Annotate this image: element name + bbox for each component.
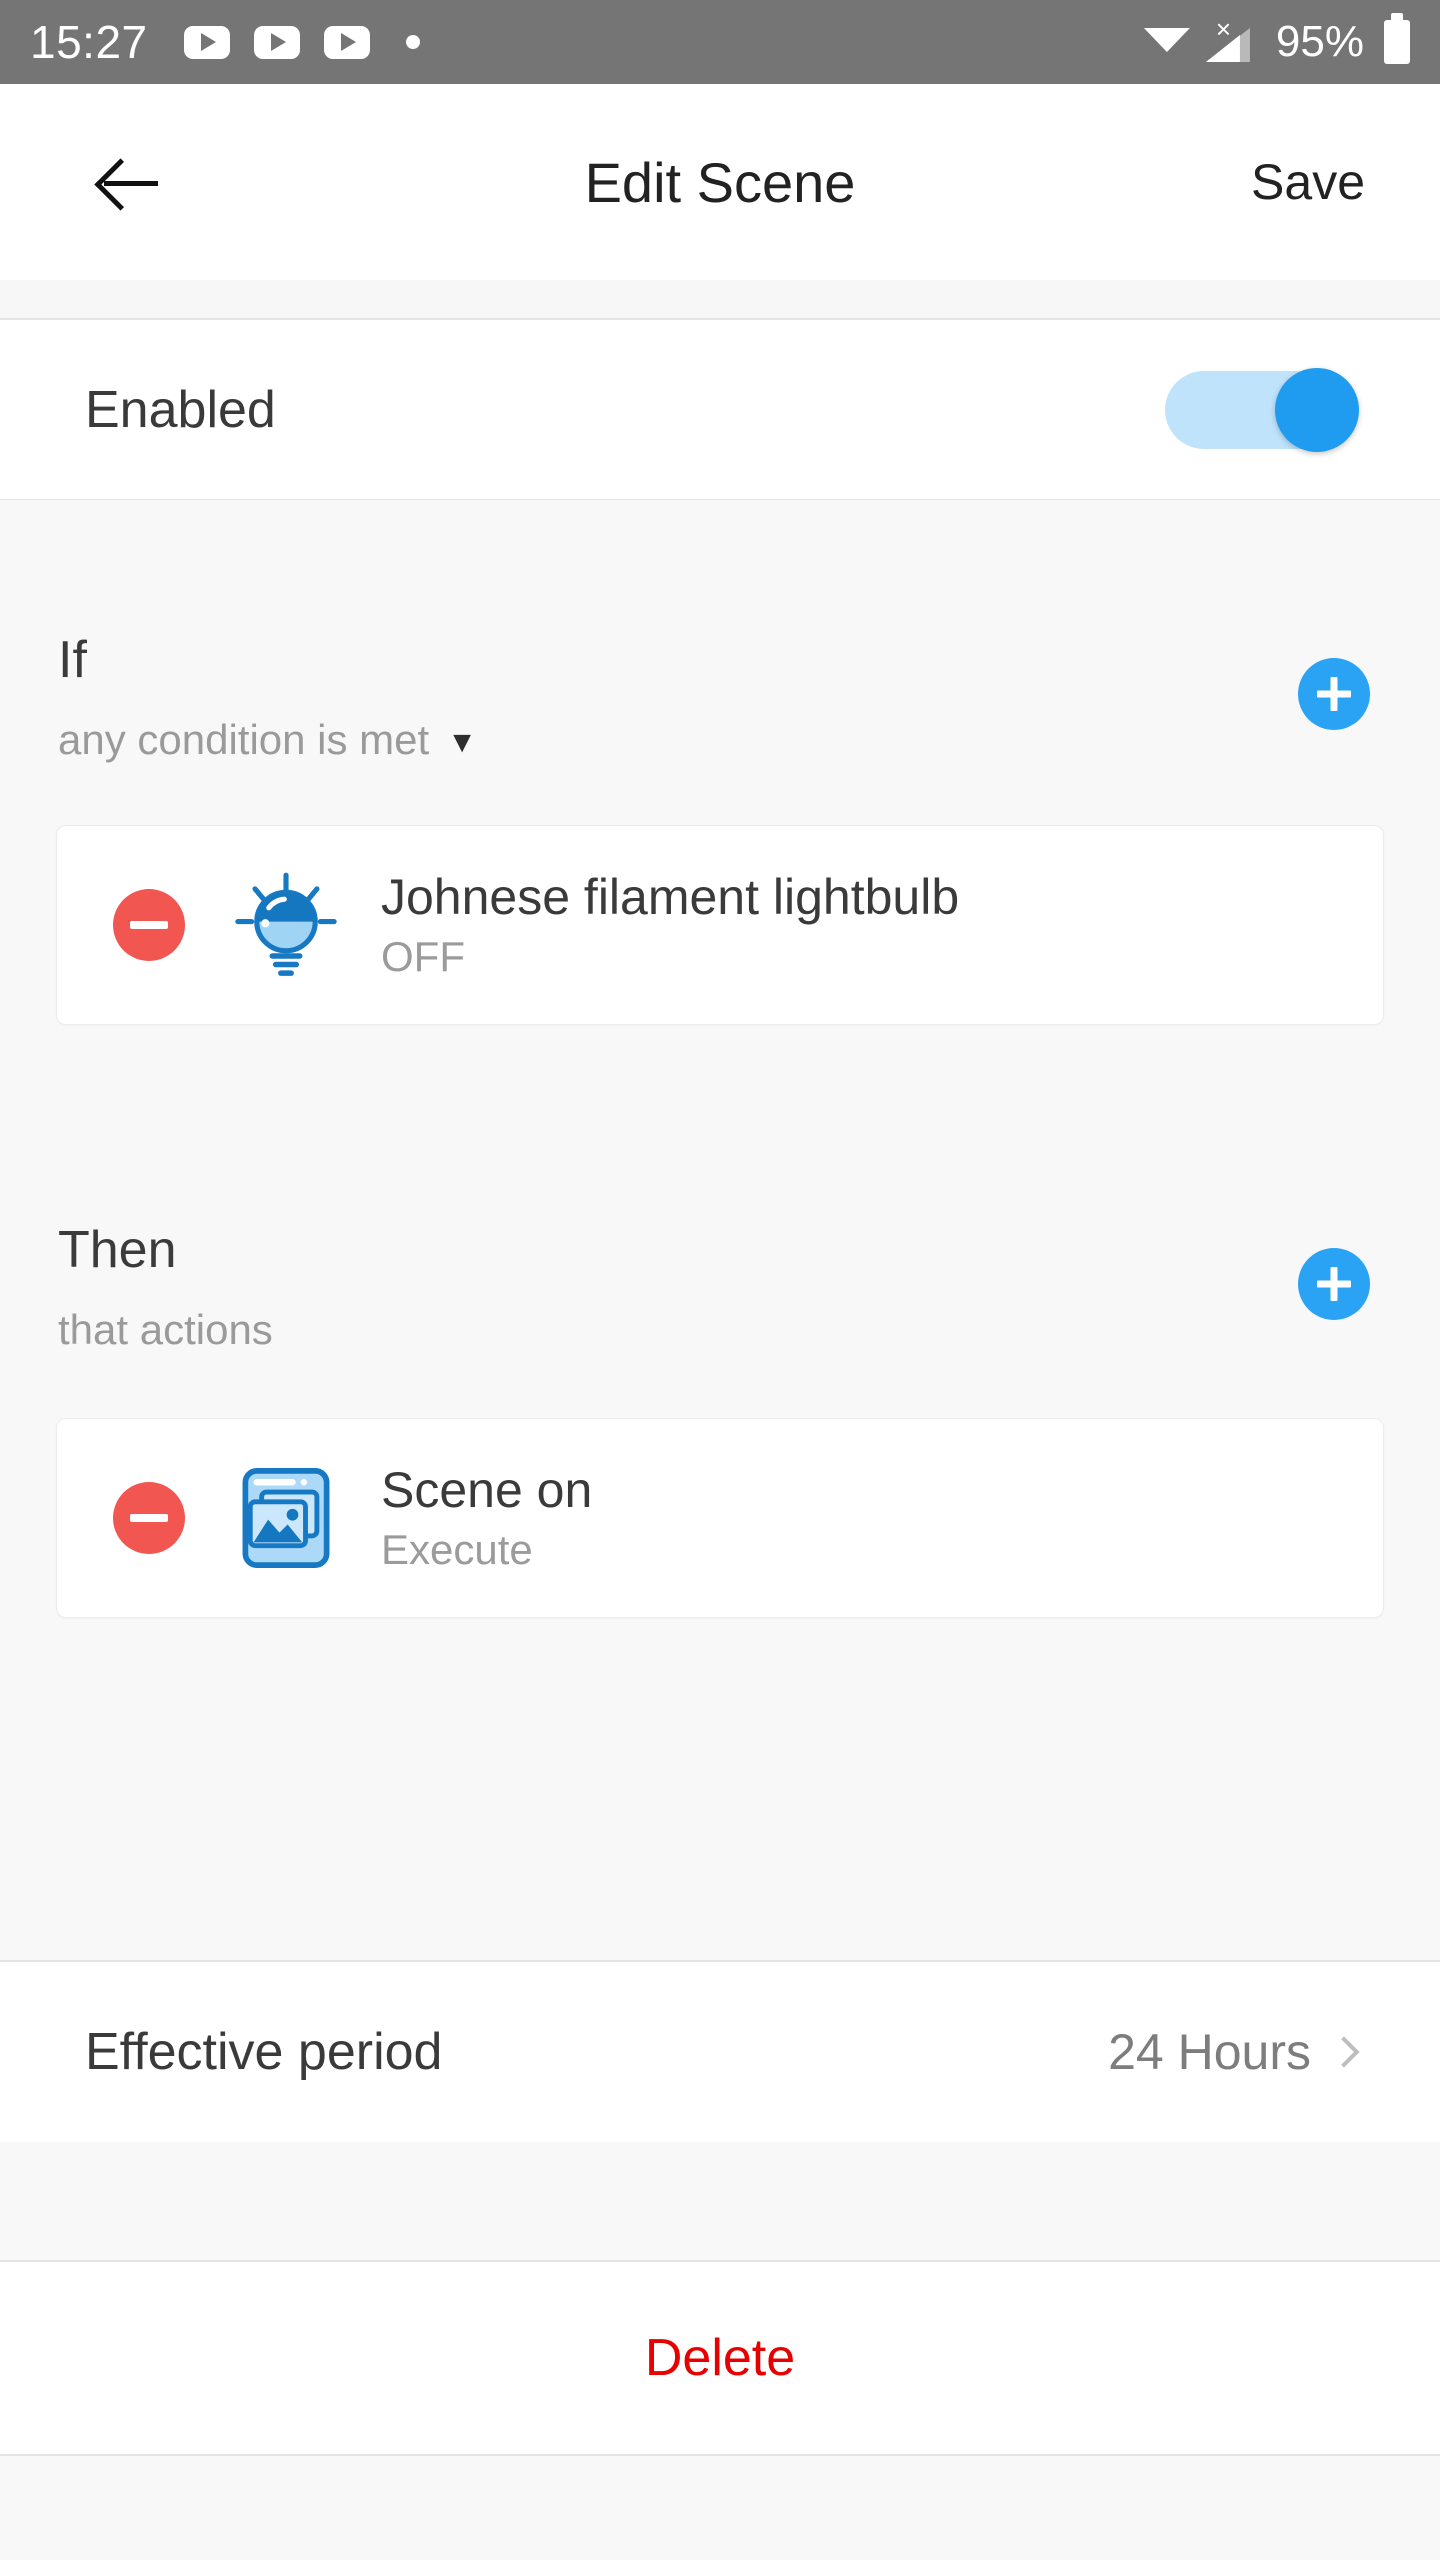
- effective-period-value: 24 Hours: [1108, 2024, 1311, 2080]
- effective-period-row[interactable]: Effective period 24 Hours: [0, 1962, 1440, 2142]
- then-title: Then: [58, 1221, 177, 1279]
- status-bar: 15:27 × 95%: [0, 0, 1440, 84]
- enabled-label: Enabled: [85, 381, 276, 439]
- if-section-header: If any condition is met ▼: [0, 620, 1440, 800]
- if-title: If: [58, 631, 87, 689]
- delete-button[interactable]: Delete: [0, 2262, 1440, 2454]
- if-condition-mode-label: any condition is met: [58, 716, 430, 763]
- app-bar: Edit Scene Save: [0, 84, 1440, 280]
- add-action-button[interactable]: [1298, 1248, 1370, 1320]
- if-condition-mode[interactable]: any condition is met ▼: [58, 716, 477, 764]
- action-text: Scene on Execute: [381, 1462, 592, 1574]
- wifi-icon: [1144, 24, 1190, 60]
- dot-icon: [405, 35, 420, 49]
- effective-period-label: Effective period: [85, 2023, 443, 2081]
- remove-condition-button[interactable]: [113, 889, 185, 961]
- delete-label: Delete: [644, 2329, 796, 2387]
- condition-text: Johnese filament lightbulb OFF: [381, 869, 959, 981]
- back-button[interactable]: [70, 122, 190, 242]
- chevron-right-icon: [1328, 2036, 1360, 2068]
- page-title: Edit Scene: [584, 150, 856, 214]
- then-section-header: Then that actions: [0, 1210, 1440, 1390]
- lightbulb-icon: [231, 870, 341, 980]
- battery-icon: [1384, 13, 1410, 64]
- chevron-down-icon: ▼: [447, 725, 477, 759]
- notification-icons: [183, 25, 420, 59]
- action-subtitle: Execute: [381, 1526, 533, 1573]
- battery-percent-label: 95%: [1275, 17, 1364, 66]
- bottom-band: [0, 2456, 1440, 2560]
- remove-action-button[interactable]: [113, 1482, 185, 1554]
- add-condition-button[interactable]: [1298, 658, 1370, 730]
- enabled-toggle[interactable]: [1165, 368, 1359, 452]
- then-subtitle: that actions: [58, 1306, 273, 1353]
- action-card[interactable]: Scene on Execute: [56, 1418, 1384, 1618]
- condition-card[interactable]: Johnese filament lightbulb OFF: [56, 825, 1384, 1025]
- toggle-thumb: [1275, 368, 1359, 452]
- condition-title: Johnese filament lightbulb: [381, 869, 960, 925]
- youtube-play-icon: [183, 25, 230, 59]
- status-bar-right: × 95%: [1144, 13, 1410, 66]
- action-title: Scene on: [381, 1462, 593, 1518]
- cellular-signal-no-sim-icon: ×: [1204, 16, 1258, 64]
- condition-state: OFF: [381, 933, 465, 980]
- save-button[interactable]: Save: [1251, 153, 1365, 211]
- scene-picture-icon: [231, 1463, 341, 1573]
- youtube-play-icon: [253, 25, 300, 59]
- effective-period-value-group: 24 Hours: [1108, 2023, 1360, 2081]
- section-gap: [0, 2142, 1440, 2260]
- enabled-row[interactable]: Enabled: [0, 320, 1440, 500]
- status-bar-clock: 15:27: [30, 16, 148, 68]
- edit-scene-screen: 15:27 × 95% Edit Scene Save Enabled If a…: [0, 0, 1440, 2560]
- youtube-play-icon: [323, 25, 370, 59]
- back-arrow-icon: [101, 153, 159, 211]
- appbar-divider-gap: [0, 280, 1440, 318]
